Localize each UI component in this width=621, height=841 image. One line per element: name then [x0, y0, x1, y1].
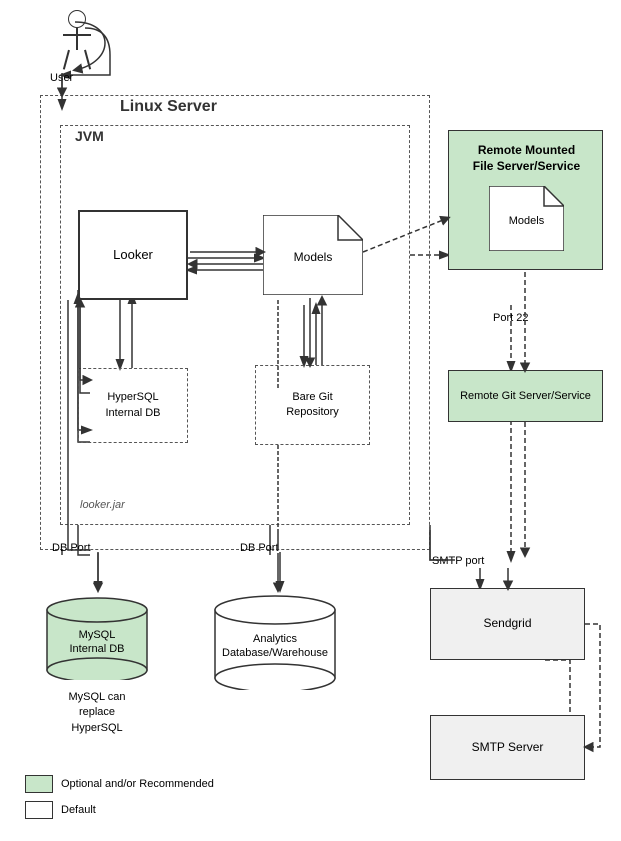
models-remote-label: Models [489, 214, 564, 228]
legend-optional: Optional and/or Recommended [25, 775, 214, 793]
mysql-db-container: MySQLInternal DB [42, 590, 152, 680]
remote-git-label: Remote Git Server/Service [460, 389, 591, 403]
bare-git-box: Bare GitRepository [255, 365, 370, 445]
jvm-box [60, 125, 410, 525]
linux-server-label: Linux Server [120, 98, 217, 116]
smtp-port-label: SMTP port [432, 555, 484, 567]
user-figure [48, 10, 98, 75]
mysql-db-label: MySQLInternal DB [42, 628, 152, 657]
remote-git-box: Remote Git Server/Service [448, 370, 603, 422]
bare-git-label: Bare GitRepository [286, 390, 339, 421]
looker-label: Looker [113, 247, 153, 264]
remote-mounted-label: Remote MountedFile Server/Service [449, 143, 604, 174]
looker-jar-label: looker.jar [80, 499, 125, 511]
sendgrid-box: Sendgrid [430, 588, 585, 660]
looker-box: Looker [78, 210, 188, 300]
legend-default-swatch [25, 801, 53, 819]
port22-label: Port 22 [493, 312, 528, 324]
analytics-db-label: AnalyticsDatabase/Warehouse [210, 632, 340, 661]
legend-optional-swatch [25, 775, 53, 793]
legend-default: Default [25, 801, 214, 819]
legend-default-label: Default [61, 804, 96, 816]
analytics-db-container: AnalyticsDatabase/Warehouse [210, 590, 340, 690]
smtp-server-box: SMTP Server [430, 715, 585, 780]
legend-optional-label: Optional and/or Recommended [61, 778, 214, 790]
models-jvm-container: Models [263, 215, 363, 295]
remote-mounted-box: Remote MountedFile Server/Service Models [448, 130, 603, 270]
db-port-left-label: DB Port [52, 542, 91, 554]
smtp-server-label: SMTP Server [472, 740, 544, 756]
hypersql-box: HyperSQLInternal DB [78, 368, 188, 443]
db-port-center-label: DB Port [240, 542, 279, 554]
legend: Optional and/or Recommended Default [25, 775, 214, 819]
models-jvm-label: Models [263, 250, 363, 264]
hypersql-label: HyperSQLInternal DB [105, 390, 160, 421]
diagram: User Linux Server JVM Looker Models Hype… [0, 0, 621, 841]
mysql-note: MySQL canreplaceHyperSQL [42, 690, 152, 736]
user-label: User [50, 72, 73, 84]
sendgrid-label: Sendgrid [483, 616, 531, 632]
jvm-label: JVM [75, 128, 104, 144]
